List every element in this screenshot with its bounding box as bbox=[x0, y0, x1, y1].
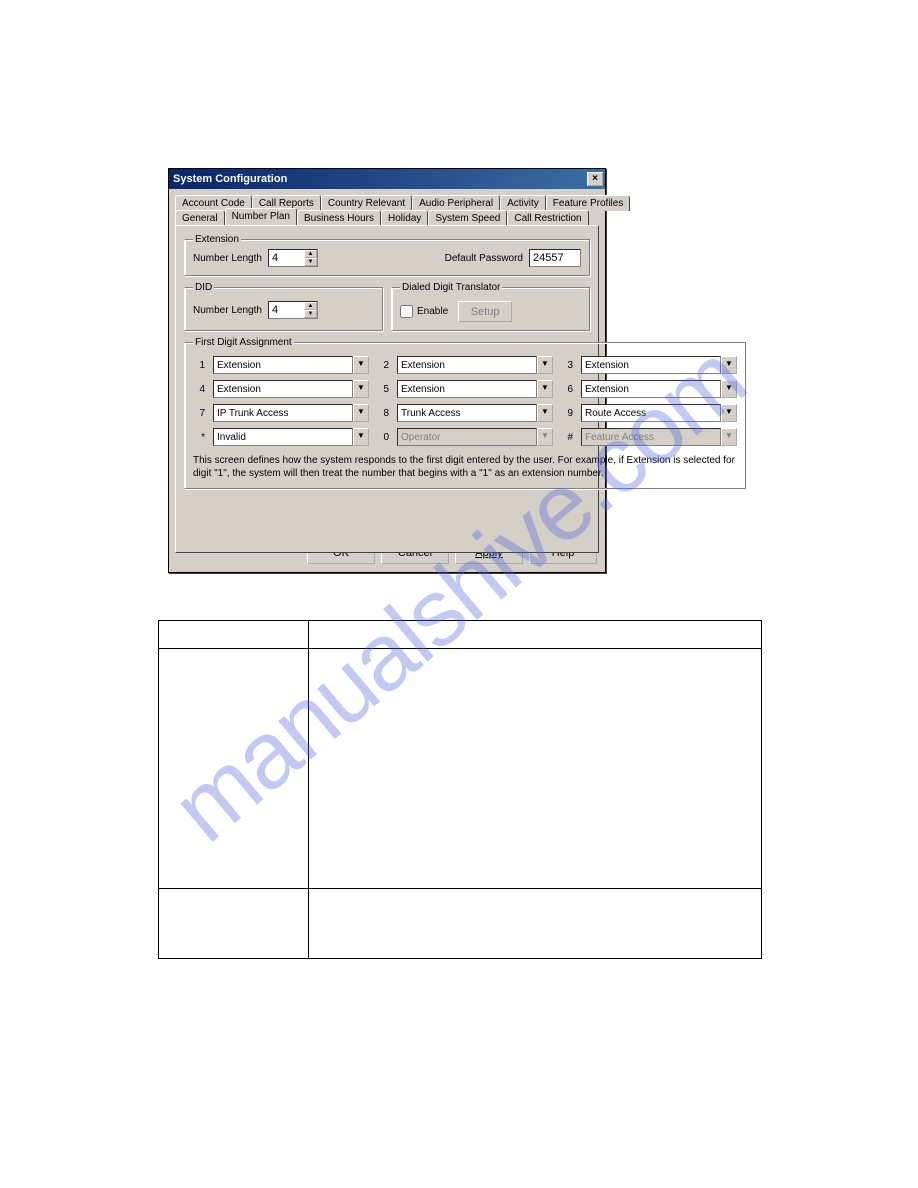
digit-label-9: 9 bbox=[561, 408, 573, 419]
tab-call-restriction[interactable]: Call Restriction bbox=[507, 210, 588, 226]
default-password-label: Default Password bbox=[445, 253, 523, 264]
tab-number-plan[interactable]: Number Plan bbox=[225, 208, 297, 226]
digit-combo-input-5[interactable] bbox=[397, 380, 537, 398]
did-number-length-label: Number Length bbox=[193, 305, 262, 316]
doc-table bbox=[158, 620, 762, 959]
digit-label-7: 7 bbox=[193, 408, 205, 419]
spin-up-icon[interactable]: ▲ bbox=[304, 250, 317, 258]
chevron-down-icon[interactable]: ▼ bbox=[721, 356, 737, 374]
number-plan-panel: Extension Number Length ▲ ▼ Def bbox=[175, 225, 599, 553]
chevron-down-icon: ▼ bbox=[721, 428, 737, 446]
tab-container: Account Code Call Reports Country Releva… bbox=[169, 189, 605, 553]
ddt-enable-label: Enable bbox=[417, 306, 448, 317]
did-number-length-input[interactable] bbox=[268, 301, 304, 319]
digit-label-6: 6 bbox=[561, 384, 573, 395]
close-button[interactable]: × bbox=[587, 172, 603, 186]
tab-business-hours[interactable]: Business Hours bbox=[297, 210, 381, 226]
ddt-enable-checkbox[interactable] bbox=[400, 305, 413, 318]
digit-combo-4[interactable]: ▼ bbox=[213, 380, 369, 398]
spin-down-icon[interactable]: ▼ bbox=[304, 258, 317, 266]
digit-label-*: * bbox=[193, 432, 205, 443]
first-digit-assignment-group: First Digit Assignment 1 ▼ 2 ▼ 3 ▼ 4 ▼ 5 ▼ 6 ▼ 7 ▼ 8 ▼ 9… bbox=[184, 337, 746, 489]
tab-general[interactable]: General bbox=[175, 210, 225, 226]
ext-number-length-input[interactable] bbox=[268, 249, 304, 267]
ddt-legend: Dialed Digit Translator bbox=[400, 282, 502, 293]
tab-activity[interactable]: Activity bbox=[500, 195, 546, 211]
extension-group: Extension Number Length ▲ ▼ Def bbox=[184, 234, 590, 276]
digit-label-2: 2 bbox=[377, 360, 389, 371]
digit-combo-input-8[interactable] bbox=[397, 404, 537, 422]
chevron-down-icon[interactable]: ▼ bbox=[353, 428, 369, 446]
chevron-down-icon: ▼ bbox=[537, 428, 553, 446]
digit-combo-8[interactable]: ▼ bbox=[397, 404, 553, 422]
tab-system-speed[interactable]: System Speed bbox=[428, 210, 507, 226]
extension-legend: Extension bbox=[193, 234, 241, 245]
default-password-input[interactable] bbox=[529, 249, 581, 267]
table-cell bbox=[159, 889, 309, 959]
table-cell bbox=[309, 621, 762, 649]
digit-combo-input-7[interactable] bbox=[213, 404, 353, 422]
table-cell bbox=[159, 621, 309, 649]
digit-combo-5[interactable]: ▼ bbox=[397, 380, 553, 398]
digit-label-#: # bbox=[561, 432, 573, 443]
digit-combo-1[interactable]: ▼ bbox=[213, 356, 369, 374]
titlebar: System Configuration × bbox=[169, 169, 605, 189]
chevron-down-icon[interactable]: ▼ bbox=[353, 380, 369, 398]
digit-combo-input-4[interactable] bbox=[213, 380, 353, 398]
tab-feature-profiles[interactable]: Feature Profiles bbox=[546, 195, 631, 211]
tab-country-relevant[interactable]: Country Relevant bbox=[321, 195, 412, 211]
chevron-down-icon[interactable]: ▼ bbox=[721, 380, 737, 398]
spin-up-icon[interactable]: ▲ bbox=[304, 302, 317, 310]
fda-legend: First Digit Assignment bbox=[193, 337, 294, 348]
digit-label-4: 4 bbox=[193, 384, 205, 395]
digit-label-5: 5 bbox=[377, 384, 389, 395]
system-configuration-dialog: System Configuration × Account Code Call… bbox=[168, 168, 606, 573]
tab-holiday[interactable]: Holiday bbox=[381, 210, 428, 226]
digit-combo-#: ▼ bbox=[581, 428, 737, 446]
digit-combo-*[interactable]: ▼ bbox=[213, 428, 369, 446]
chevron-down-icon[interactable]: ▼ bbox=[537, 380, 553, 398]
window-title: System Configuration bbox=[173, 173, 287, 185]
did-legend: DID bbox=[193, 282, 214, 293]
digit-combo-input-9[interactable] bbox=[581, 404, 721, 422]
table-cell bbox=[309, 889, 762, 959]
spin-down-icon[interactable]: ▼ bbox=[304, 310, 317, 318]
digit-combo-0: ▼ bbox=[397, 428, 553, 446]
ext-number-length-label: Number Length bbox=[193, 253, 262, 264]
digit-combo-input-# bbox=[581, 428, 721, 446]
chevron-down-icon[interactable]: ▼ bbox=[537, 356, 553, 374]
digit-combo-input-0 bbox=[397, 428, 537, 446]
table-cell bbox=[159, 649, 309, 889]
chevron-down-icon[interactable]: ▼ bbox=[537, 404, 553, 422]
chevron-down-icon[interactable]: ▼ bbox=[721, 404, 737, 422]
chevron-down-icon[interactable]: ▼ bbox=[353, 404, 369, 422]
did-number-length-spinner[interactable]: ▲ ▼ bbox=[268, 301, 318, 319]
digit-label-0: 0 bbox=[377, 432, 389, 443]
digit-combo-input-6[interactable] bbox=[581, 380, 721, 398]
digit-combo-9[interactable]: ▼ bbox=[581, 404, 737, 422]
digit-combo-3[interactable]: ▼ bbox=[581, 356, 737, 374]
chevron-down-icon[interactable]: ▼ bbox=[353, 356, 369, 374]
ddt-group: Dialed Digit Translator Enable Setup bbox=[391, 282, 590, 331]
digit-combo-7[interactable]: ▼ bbox=[213, 404, 369, 422]
digit-label-8: 8 bbox=[377, 408, 389, 419]
digit-combo-input-2[interactable] bbox=[397, 356, 537, 374]
digit-combo-input-1[interactable] bbox=[213, 356, 353, 374]
digit-combo-2[interactable]: ▼ bbox=[397, 356, 553, 374]
digit-label-3: 3 bbox=[561, 360, 573, 371]
ext-number-length-spinner[interactable]: ▲ ▼ bbox=[268, 249, 318, 267]
digit-combo-input-*[interactable] bbox=[213, 428, 353, 446]
tab-audio-peripheral[interactable]: Audio Peripheral bbox=[412, 195, 500, 211]
digit-label-1: 1 bbox=[193, 360, 205, 371]
fda-help-text: This screen defines how the system respo… bbox=[193, 454, 737, 480]
digit-combo-6[interactable]: ▼ bbox=[581, 380, 737, 398]
ddt-setup-button[interactable]: Setup bbox=[458, 301, 512, 322]
tab-row-2: General Number Plan Business Hours Holid… bbox=[175, 210, 599, 226]
digit-combo-input-3[interactable] bbox=[581, 356, 721, 374]
table-cell bbox=[309, 649, 762, 889]
did-group: DID Number Length ▲ ▼ bbox=[184, 282, 383, 331]
